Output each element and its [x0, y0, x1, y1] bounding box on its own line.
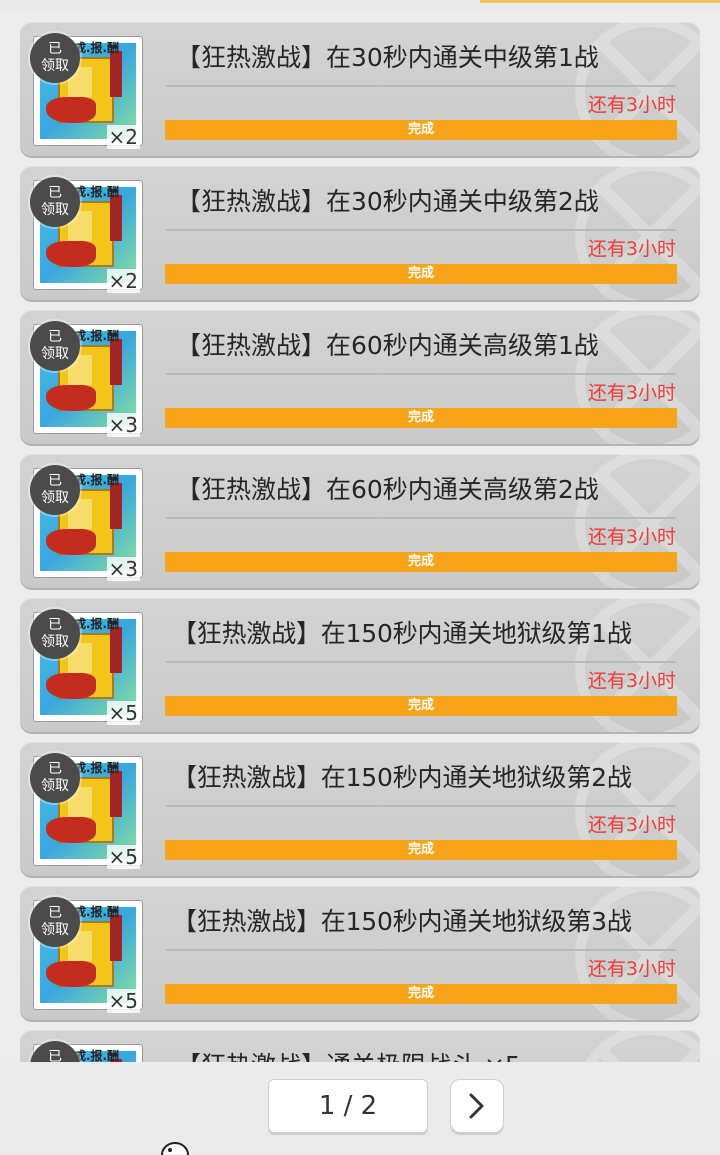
- mission-title: 【狂热激战】在150秒内通关地狱级第3战: [172, 907, 632, 936]
- reward-tag: 成.报.酬: [74, 905, 120, 919]
- mission-card[interactable]: 成.报.酬 ×3 已领取 【狂热激战】在60秒内通关高级第1战 还有3小时 完成: [20, 310, 700, 444]
- mission-card[interactable]: 成.报.酬 ×5 已领取 【狂热激战】在150秒内通关地狱级第3战 还有3小时 …: [20, 886, 700, 1020]
- claimed-badge: 已领取: [30, 753, 80, 803]
- time-remaining: 还有3小时: [587, 238, 676, 260]
- progress-bar: 完成: [165, 840, 677, 860]
- mission-card[interactable]: 成.报.酬 ×5 已领取 【狂热激战】在150秒内通关地狱级第1战 还有3小时 …: [20, 598, 700, 732]
- reward-item[interactable]: 成.报.酬 ×5 已领取: [30, 897, 143, 1013]
- reward-item[interactable]: 成.报.酬 已领取: [30, 1041, 143, 1062]
- reward-quantity: ×3: [106, 557, 140, 581]
- page-indicator: 1 / 2: [268, 1079, 428, 1133]
- reward-quantity: ×5: [106, 701, 140, 725]
- claimed-badge: 已领取: [30, 609, 80, 659]
- chevron-right-icon: [469, 1093, 484, 1119]
- time-remaining: 还有3小时: [587, 814, 676, 836]
- pagination-bar: 1 / 2: [0, 1062, 720, 1155]
- reward-item[interactable]: 成.报.酬 ×5 已领取: [30, 609, 143, 725]
- progress-status: 完成: [407, 986, 434, 1001]
- progress-status: 完成: [407, 122, 434, 137]
- divider: [166, 229, 676, 231]
- reward-quantity: ×5: [106, 989, 140, 1013]
- progress-bar: 完成: [165, 264, 677, 284]
- reward-item[interactable]: 成.报.酬 ×2 已领取: [30, 33, 143, 149]
- progress-status: 完成: [407, 410, 434, 425]
- mission-list[interactable]: 成.报.酬 ×2 已领取 【狂热激战】在30秒内通关中级第1战 还有3小时 完成…: [0, 0, 720, 1062]
- reward-quantity: ×5: [106, 845, 140, 869]
- progress-status: 完成: [407, 554, 434, 569]
- progress-bar: 完成: [165, 408, 677, 428]
- progress-bar: 完成: [165, 696, 677, 716]
- claimed-badge: 已领取: [30, 897, 80, 947]
- mission-title: 【狂热激战】通关极限战斗 ×5: [176, 1046, 521, 1062]
- progress-bar: 完成: [165, 984, 677, 1004]
- divider: [166, 517, 676, 519]
- divider: [166, 85, 676, 87]
- time-remaining: 还有3小时: [587, 958, 676, 980]
- background-emblem-icon: [585, 1030, 700, 1062]
- reward-quantity: ×2: [106, 269, 140, 293]
- claimed-badge: 已领取: [30, 465, 80, 515]
- mission-card[interactable]: 成.报.酬 已领取 【狂热激战】通关极限战斗 ×5: [20, 1030, 700, 1062]
- divider: [166, 661, 676, 663]
- character-peek-icon: [161, 1142, 189, 1155]
- reward-item[interactable]: 成.报.酬 ×2 已领取: [30, 177, 143, 293]
- reward-tag: 成.报.酬: [74, 473, 120, 487]
- time-remaining: 还有3小时: [587, 382, 676, 404]
- divider: [166, 373, 676, 375]
- reward-item[interactable]: 成.报.酬 ×3 已领取: [30, 465, 143, 581]
- progress-bar: 完成: [165, 120, 677, 140]
- mission-title: 【狂热激战】在30秒内通关中级第1战: [176, 43, 599, 72]
- time-remaining: 还有3小时: [587, 670, 676, 692]
- mission-title: 【狂热激战】在150秒内通关地狱级第1战: [172, 619, 632, 648]
- next-page-button[interactable]: [450, 1079, 504, 1133]
- mission-title: 【狂热激战】在30秒内通关中级第2战: [176, 187, 599, 216]
- divider: [166, 805, 676, 807]
- reward-tag: 成.报.酬: [74, 329, 120, 343]
- progress-bar: 完成: [165, 552, 677, 572]
- progress-status: 完成: [407, 842, 434, 857]
- reward-tag: 成.报.酬: [74, 1049, 120, 1062]
- mission-title: 【狂热激战】在60秒内通关高级第1战: [176, 331, 599, 360]
- progress-status: 完成: [407, 698, 434, 713]
- claimed-badge: 已领取: [30, 321, 80, 371]
- mission-card[interactable]: 成.报.酬 ×5 已领取 【狂热激战】在150秒内通关地狱级第2战 还有3小时 …: [20, 742, 700, 876]
- reward-tag: 成.报.酬: [74, 185, 120, 199]
- claimed-badge: 已领取: [30, 177, 80, 227]
- reward-tag: 成.报.酬: [74, 761, 120, 775]
- reward-tag: 成.报.酬: [74, 617, 120, 631]
- reward-quantity: ×2: [106, 125, 140, 149]
- mission-title: 【狂热激战】在150秒内通关地狱级第2战: [172, 763, 632, 792]
- reward-tag: 成.报.酬: [74, 41, 120, 55]
- progress-status: 完成: [407, 266, 434, 281]
- mission-card[interactable]: 成.报.酬 ×2 已领取 【狂热激战】在30秒内通关中级第1战 还有3小时 完成: [20, 22, 700, 156]
- mission-title: 【狂热激战】在60秒内通关高级第2战: [176, 475, 599, 504]
- time-remaining: 还有3小时: [587, 526, 676, 548]
- mission-card[interactable]: 成.报.酬 ×3 已领取 【狂热激战】在60秒内通关高级第2战 还有3小时 完成: [20, 454, 700, 588]
- mission-card[interactable]: 成.报.酬 ×2 已领取 【狂热激战】在30秒内通关中级第2战 还有3小时 完成: [20, 166, 700, 300]
- claimed-badge: 已领取: [30, 33, 80, 83]
- divider: [166, 949, 676, 951]
- time-remaining: 还有3小时: [587, 94, 676, 116]
- reward-item[interactable]: 成.报.酬 ×5 已领取: [30, 753, 143, 869]
- reward-item[interactable]: 成.报.酬 ×3 已领取: [30, 321, 143, 437]
- reward-quantity: ×3: [106, 413, 140, 437]
- claimed-badge: 已领取: [30, 1041, 80, 1062]
